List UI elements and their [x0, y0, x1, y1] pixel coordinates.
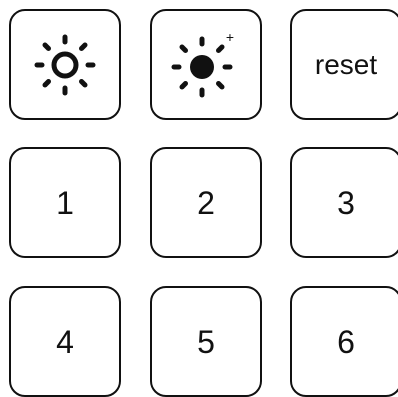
digit-6-button[interactable]: 6 — [290, 286, 398, 397]
digit-4-button[interactable]: 4 — [9, 286, 121, 397]
digit-1-button[interactable]: 1 — [9, 147, 121, 258]
digit-label: 3 — [337, 184, 355, 221]
digit-label: 5 — [197, 323, 215, 360]
reset-label: reset — [314, 48, 378, 80]
digit-2-button[interactable]: 2 — [150, 147, 262, 258]
brightness-up-button[interactable]: + — [150, 9, 262, 120]
brightness-up-filled-icon: + — [171, 30, 241, 100]
brightness-outline-icon — [32, 32, 98, 98]
digit-3-button[interactable]: 3 — [290, 147, 398, 258]
plus-badge: + — [226, 30, 234, 45]
digit-label: 2 — [197, 184, 215, 221]
digit-5-button[interactable]: 5 — [150, 286, 262, 397]
digit-label: 1 — [56, 184, 74, 221]
digit-label: 4 — [56, 323, 74, 360]
digit-label: 6 — [337, 323, 355, 360]
brightness-down-button[interactable] — [9, 9, 121, 120]
reset-button[interactable]: reset — [290, 9, 398, 120]
